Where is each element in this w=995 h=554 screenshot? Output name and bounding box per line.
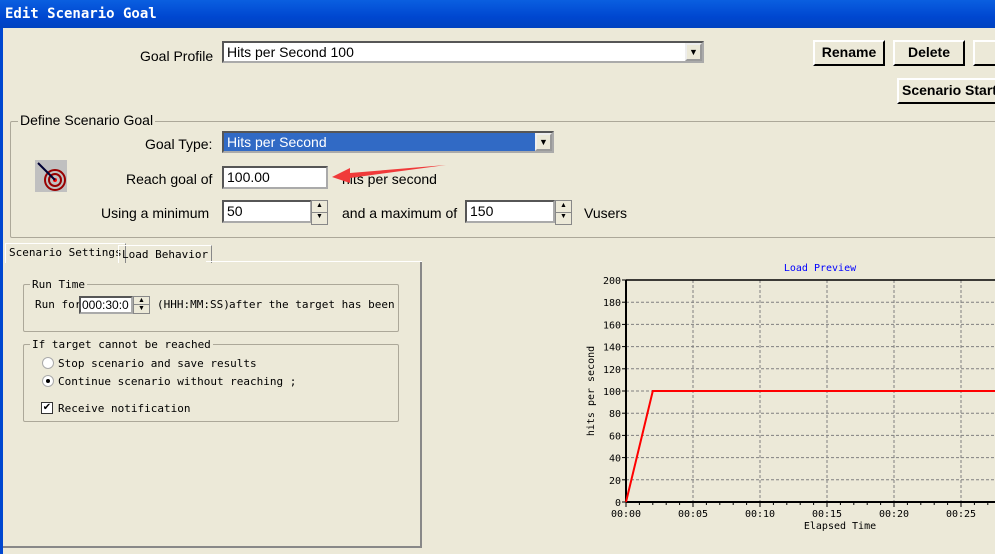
x-tick-label: 00:00 [611,509,641,520]
y-tick-label: 40 [609,454,621,465]
y-tick-label: 180 [603,298,621,309]
y-tick-label: 20 [609,476,621,487]
x-axis-label: Elapsed Time [804,521,876,532]
x-tick-label: 00:20 [879,509,909,520]
y-tick-label: 160 [603,320,621,331]
y-tick-label: 140 [603,343,621,354]
x-tick-label: 00:10 [745,509,775,520]
load-series-line [625,390,995,503]
chart-title: Load Preview [784,263,857,274]
y-tick-label: 120 [603,365,621,376]
load-preview-chart: Load Preview Elapsed Time hits per secon… [586,263,995,532]
x-tick-label: 00:25 [946,509,976,520]
y-tick-label: 60 [609,431,621,442]
y-tick-label: 80 [609,409,621,420]
y-axis-label: hits per second [586,346,597,436]
x-tick-label: 00:05 [678,509,708,520]
y-tick-label: 0 [615,498,621,509]
x-tick-label: 00:15 [812,509,842,520]
y-tick-label: 100 [603,387,621,398]
y-tick-label: 200 [603,276,621,287]
